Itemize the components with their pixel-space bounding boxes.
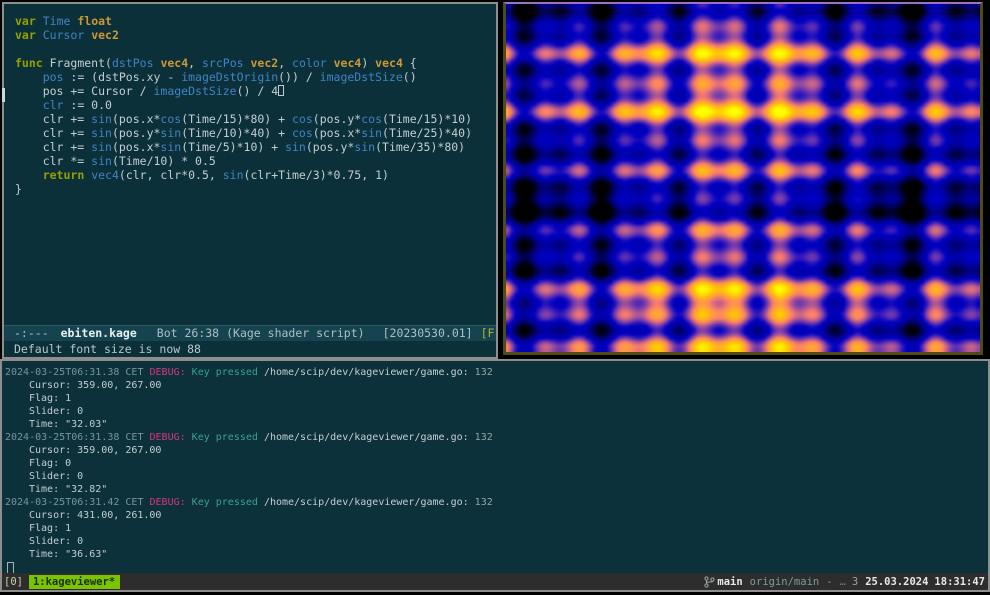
terminal-window: 2024-03-25T06:31.38 CET DEBUG: Key press…: [0, 359, 990, 592]
status-date: 25.03.2024: [865, 576, 928, 588]
log-entry-field: Slider: 0: [5, 535, 988, 548]
log-entry-field: Cursor: 359.00, 267.00: [5, 379, 988, 392]
log-entry-field: Time: "32.03": [5, 418, 988, 431]
git-remote-name: origin/main: [750, 576, 820, 588]
status-clock: 18:31:47: [934, 576, 985, 588]
log-entry-header: 2024-03-25T06:31.42 CET DEBUG: Key press…: [5, 496, 988, 509]
code-line: return vec4(clr, clr*0.5, sin(clr+Time/3…: [15, 168, 496, 182]
status-ellipsis: …: [840, 576, 846, 588]
log-entry-field: Time: "36.63": [5, 548, 988, 561]
terminal-log-area[interactable]: 2024-03-25T06:31.38 CET DEBUG: Key press…: [2, 361, 988, 573]
tmux-status-bar: [0] 1:kageviewer* main origin/main - … 3…: [2, 573, 988, 590]
code-line: clr += sin(pos.x*sin(Time/5)*10) + sin(p…: [15, 140, 496, 154]
tmux-window-tab[interactable]: 1:kageviewer*: [29, 575, 120, 589]
code-line: clr := 0.0: [15, 98, 496, 112]
log-entry-header: 2024-03-25T06:31.38 CET DEBUG: Key press…: [5, 366, 988, 379]
code-line: [15, 42, 496, 56]
git-branch-icon: [704, 576, 715, 588]
shader-render-canvas[interactable]: [506, 4, 980, 352]
status-separator: -: [826, 576, 832, 588]
code-line: func Fragment(dstPos vec4, srcPos vec2, …: [15, 56, 496, 70]
tmux-status-right: main origin/main - … 3 25.03.2024 18:31:…: [704, 573, 985, 590]
modeline-state: -:---: [14, 326, 49, 340]
code-line: clr += sin(pos.x*cos(Time/15)*80) + cos(…: [15, 112, 496, 126]
log-entry-field: Cursor: 431.00, 261.00: [5, 509, 988, 522]
editor-cursor: [278, 85, 284, 96]
log-entry-field: Flag: 0: [5, 457, 988, 470]
modeline-build-id: [20230530.01]: [383, 326, 473, 340]
code-area[interactable]: var Time floatvar Cursor vec2 func Fragme…: [4, 4, 496, 325]
modeline-buffer-name: ebiten.kage: [61, 326, 137, 340]
shader-output-window: [503, 2, 983, 355]
fringe-cursor-mark: [2, 88, 5, 102]
log-entry-field: Slider: 0: [5, 405, 988, 418]
log-entry-field: Flag: 1: [5, 392, 988, 405]
tmux-session-indicator: [0]: [4, 576, 23, 588]
log-entry-field: Time: "32.82": [5, 483, 988, 496]
screen: var Time floatvar Cursor vec2 func Fragme…: [0, 0, 990, 595]
code-line: pos := (dstPos.xy - imageDstOrigin()) / …: [15, 70, 496, 84]
log-entry-field: Slider: 0: [5, 470, 988, 483]
code-line: clr *= sin(Time/10) * 0.5: [15, 154, 496, 168]
modeline-position: Bot 26:38: [157, 326, 219, 340]
modeline-major-mode: (Kage shader script): [226, 326, 364, 340]
status-count: 3: [852, 576, 858, 588]
git-branch-name: main: [717, 576, 742, 588]
modeline-overflow-text: [F: [481, 326, 495, 340]
echo-area-message: Default font size is now 88: [4, 341, 496, 357]
code-line: }: [15, 182, 496, 196]
terminal-cursor: [7, 562, 14, 573]
log-entry-field: Flag: 1: [5, 522, 988, 535]
code-line: pos += Cursor / imageDstSize() / 4: [15, 84, 496, 98]
editor-window: var Time floatvar Cursor vec2 func Fragme…: [2, 2, 498, 359]
log-entry-field: Cursor: 359.00, 267.00: [5, 444, 988, 457]
editor-modeline: -:--- ebiten.kage Bot 26:38 (Kage shader sc…: [4, 325, 496, 341]
code-line: clr += sin(pos.y*sin(Time/10)*40) + cos(…: [15, 126, 496, 140]
code-line: var Cursor vec2: [15, 28, 496, 42]
log-entry-header: 2024-03-25T06:31.38 CET DEBUG: Key press…: [5, 431, 988, 444]
code-line: var Time float: [15, 14, 496, 28]
